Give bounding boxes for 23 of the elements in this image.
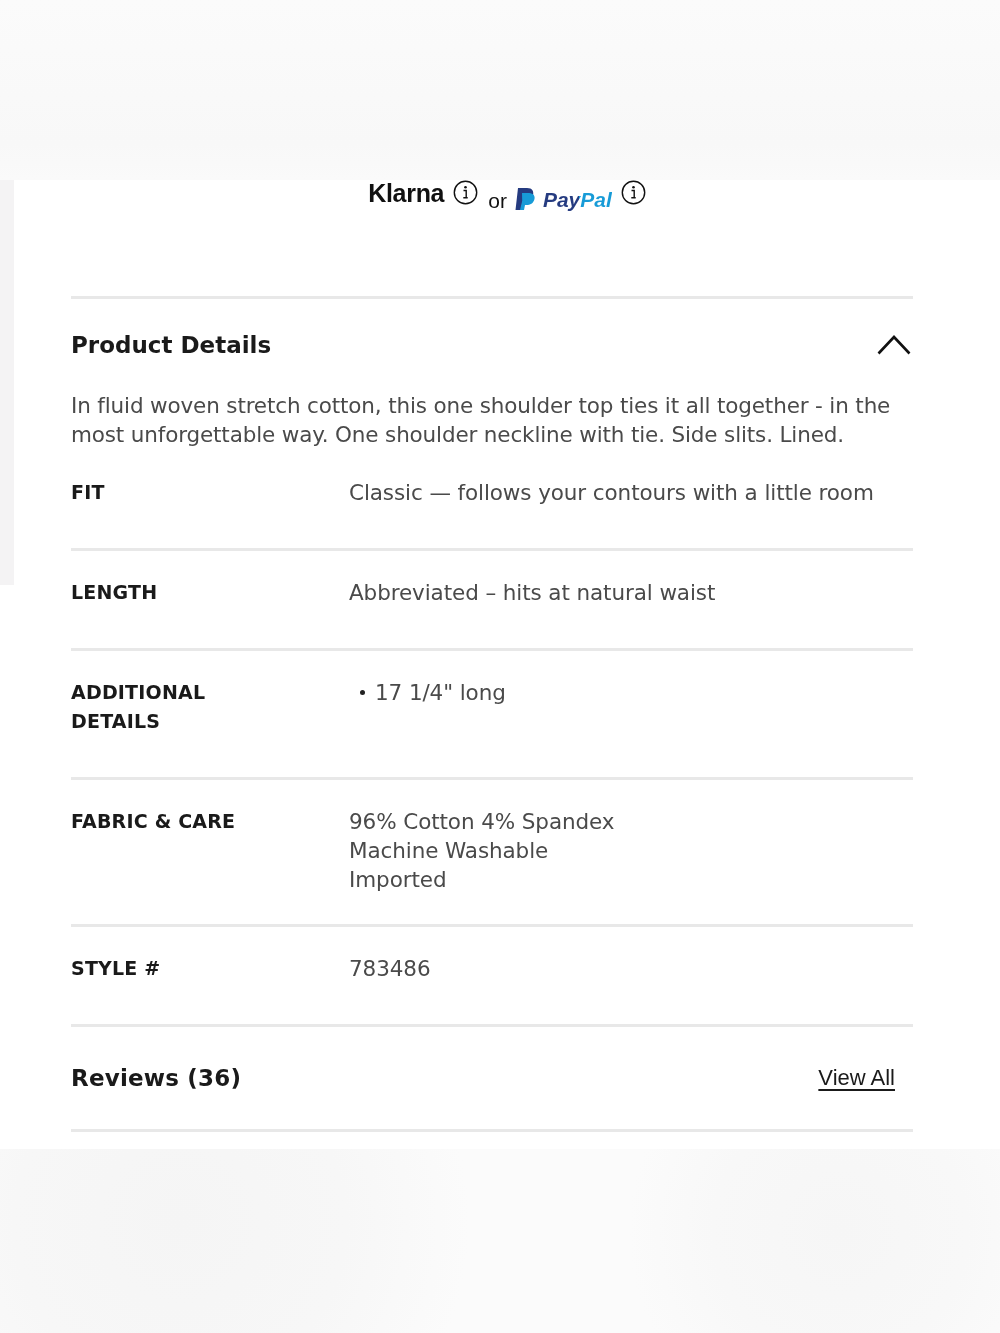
- detail-label: FIT: [71, 480, 106, 505]
- detail-label: LENGTH: [71, 580, 159, 605]
- detail-label: ADDITIONAL DETAILS: [71, 680, 207, 734]
- detail-value: 783486: [349, 955, 432, 983]
- detail-value: Imported: [349, 866, 448, 894]
- klarna-logo: Klarna: [368, 180, 445, 206]
- or-text: or: [488, 189, 507, 213]
- detail-label: FABRIC & CARE: [71, 809, 237, 834]
- detail-value: 96% Cotton 4% Spandex: [349, 808, 616, 836]
- product-description: In fluid woven stretch cotton, this one shoulder top ties it all together - in the most unforgettable way. One shoulder neckline with tie. Side slits. Lined.: [71, 392, 892, 449]
- info-icon[interactable]: [453, 180, 479, 205]
- detail-value: Abbreviated – hits at natural waist: [349, 579, 717, 607]
- detail-value: 17 1/4" long: [375, 679, 506, 707]
- info-icon[interactable]: [620, 180, 646, 205]
- chevron-up-icon[interactable]: [877, 334, 911, 355]
- bullet-icon: [360, 690, 365, 695]
- section-title[interactable]: Product Details: [71, 329, 272, 360]
- paypal-p-icon: [513, 187, 536, 211]
- reviews-title: Reviews (36): [71, 1064, 242, 1093]
- detail-label: STYLE #: [71, 956, 162, 981]
- view-all-link[interactable]: View All: [818, 1065, 895, 1091]
- detail-value: Classic — follows your contours with a little room: [349, 479, 875, 507]
- detail-value: Machine Washable: [349, 837, 550, 865]
